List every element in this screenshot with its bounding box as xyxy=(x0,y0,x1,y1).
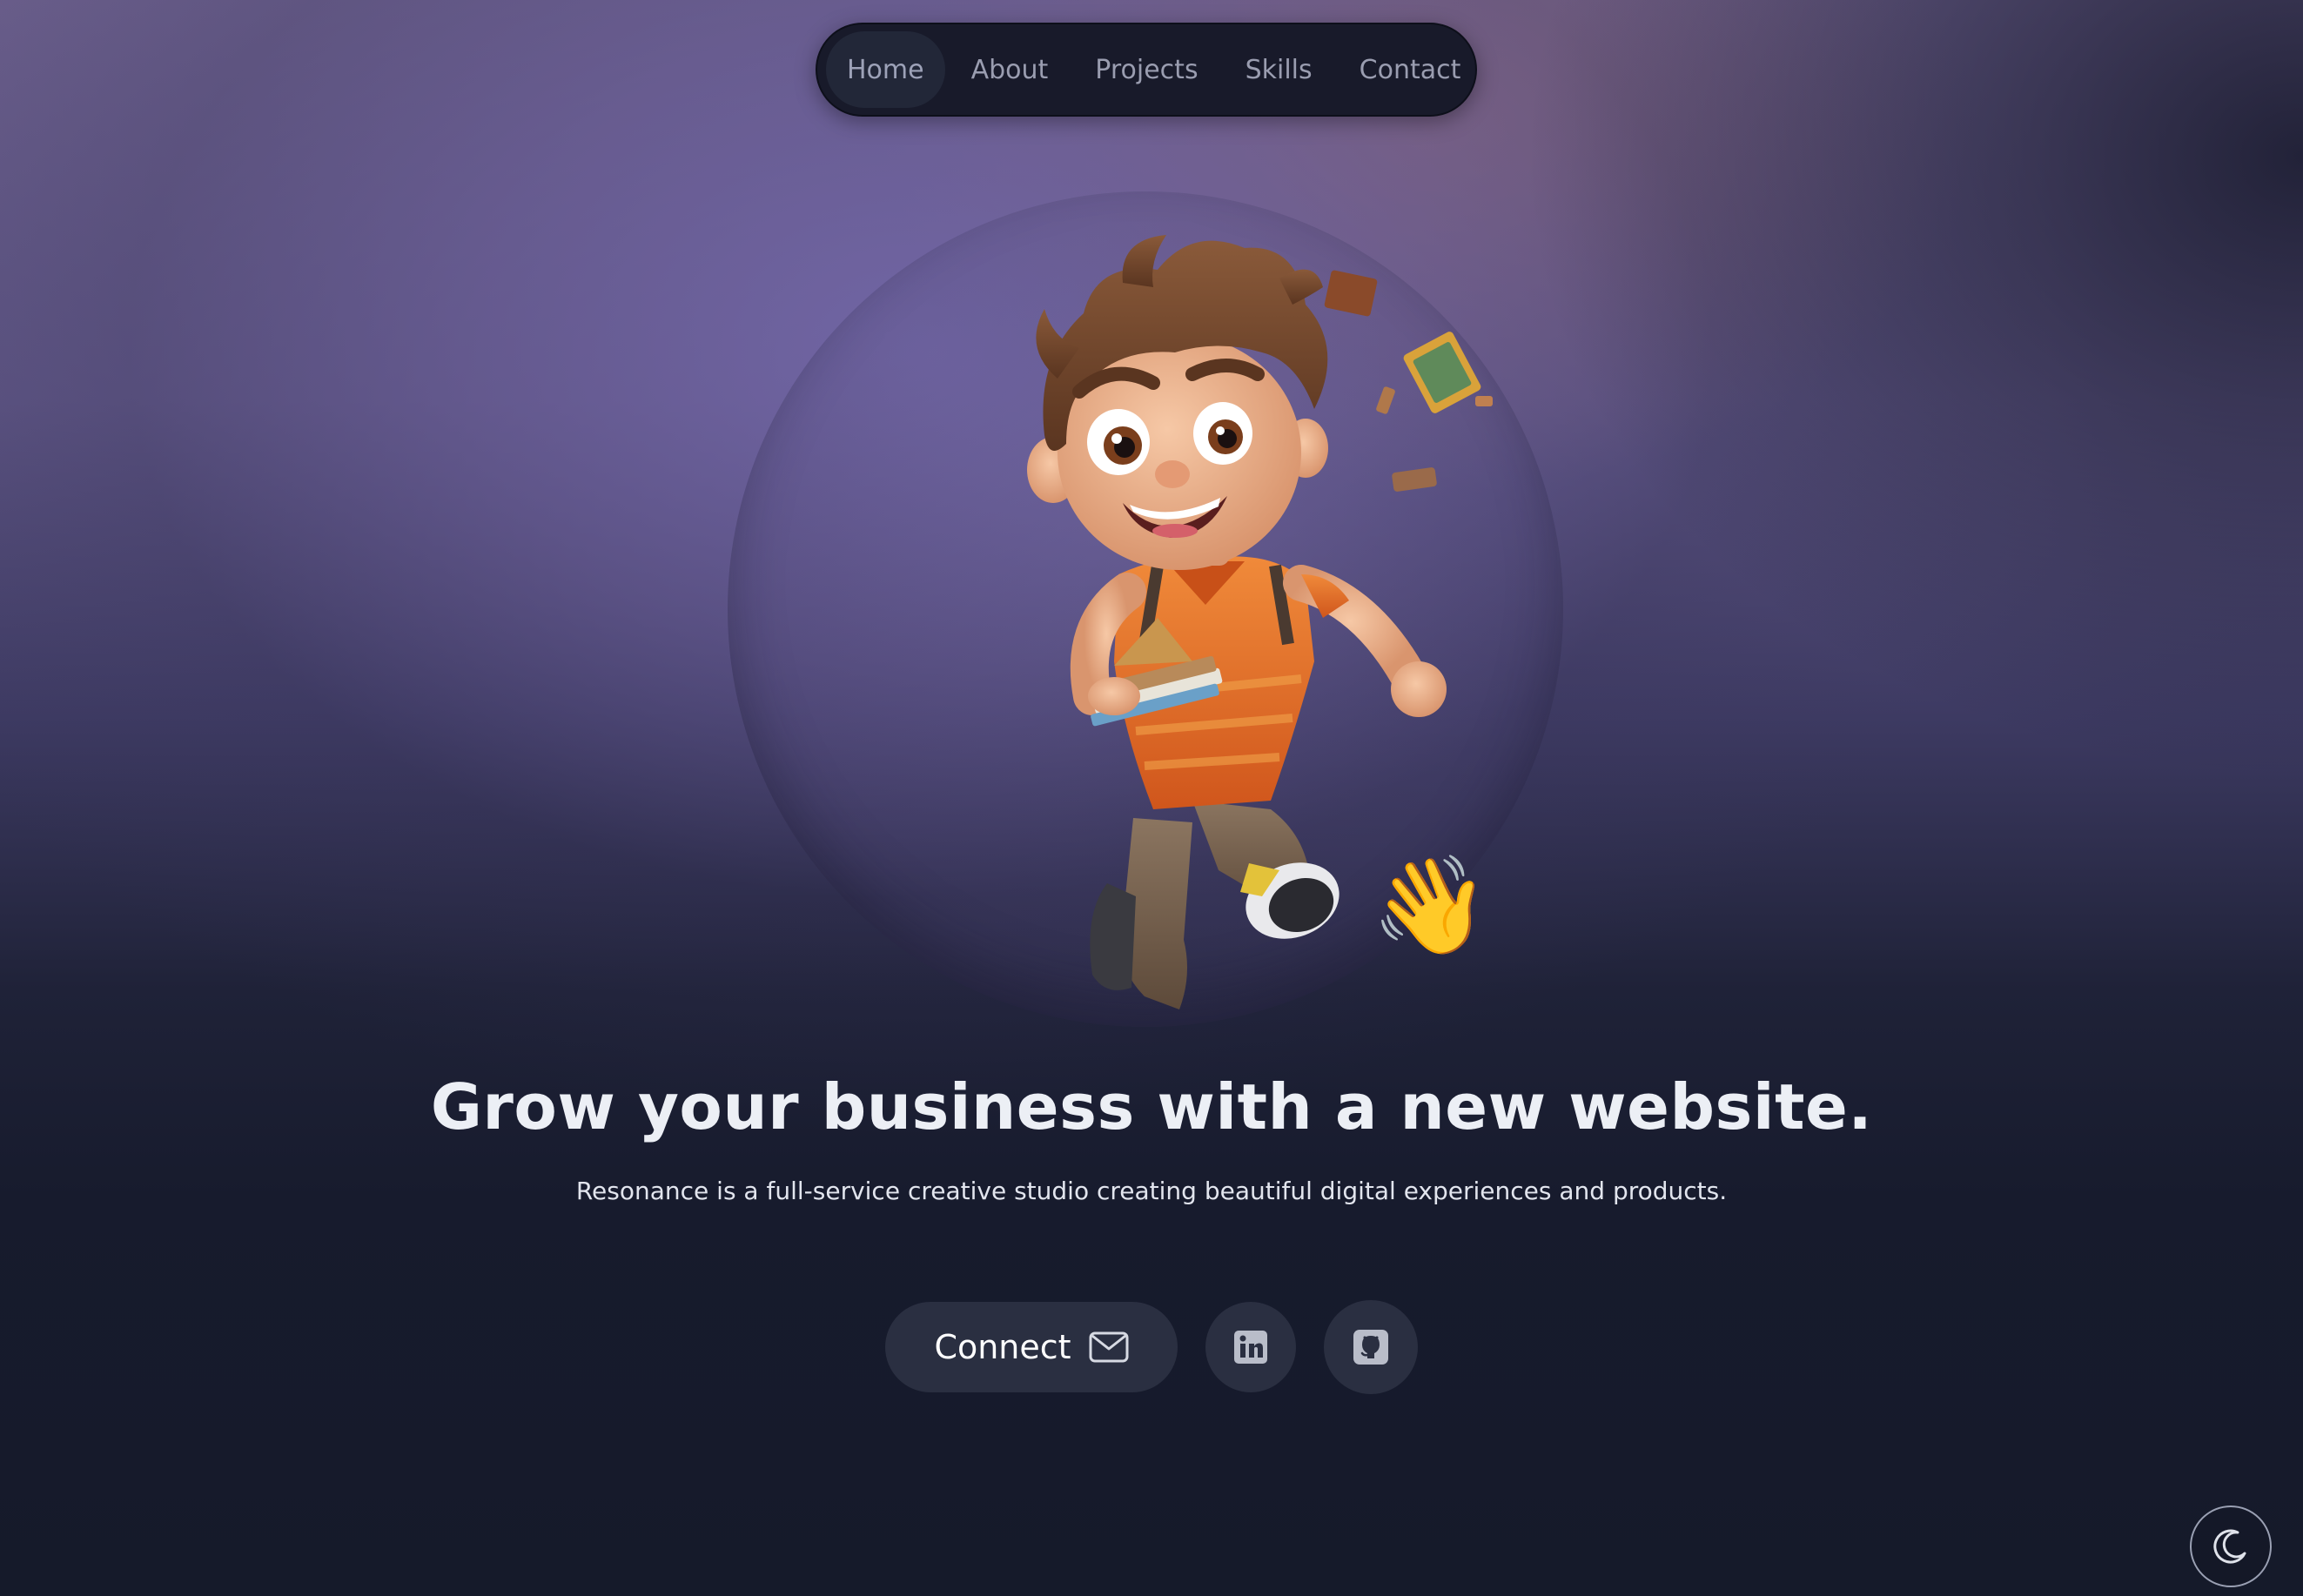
github-button[interactable] xyxy=(1324,1300,1418,1394)
nav-item-contact[interactable]: Contact xyxy=(1339,31,1482,108)
top-navigation: Home About Projects Skills Contact xyxy=(816,23,1477,117)
flying-book-icon xyxy=(1324,270,1493,492)
nav-item-projects[interactable]: Projects xyxy=(1074,31,1219,108)
theme-toggle-button[interactable] xyxy=(2190,1505,2272,1587)
nav-item-home[interactable]: Home xyxy=(826,31,945,108)
nav-item-skills[interactable]: Skills xyxy=(1225,31,1333,108)
connect-button[interactable]: Connect xyxy=(885,1302,1178,1392)
moon-icon xyxy=(2213,1529,2246,1564)
github-icon xyxy=(1353,1330,1388,1365)
hero-headline: Grow your business with a new website. xyxy=(430,1070,1873,1143)
connect-button-label: Connect xyxy=(934,1328,1071,1366)
hero-subline: Resonance is a full-service creative stu… xyxy=(575,1177,1728,1205)
waving-hand-icon: 👋 xyxy=(1371,849,1490,961)
mail-icon xyxy=(1089,1331,1129,1363)
nav-item-about[interactable]: About xyxy=(950,31,1070,108)
linkedin-button[interactable] xyxy=(1205,1302,1296,1392)
hero-actions: Connect xyxy=(0,1300,2303,1394)
linkedin-icon xyxy=(1234,1331,1267,1364)
background-vignette xyxy=(1520,0,2303,783)
